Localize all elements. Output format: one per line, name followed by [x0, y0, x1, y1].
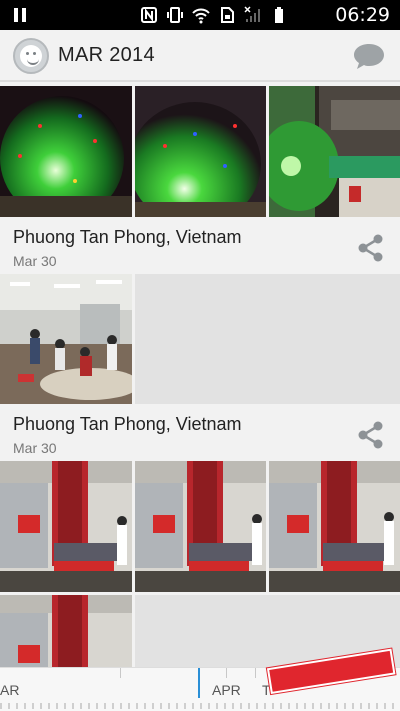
date-label: Mar 30 — [13, 253, 57, 269]
wifi-icon — [192, 8, 210, 24]
smiley-logo-icon[interactable] — [13, 38, 49, 74]
photo-thumbnail[interactable] — [135, 86, 266, 217]
share-icon[interactable] — [356, 420, 386, 450]
page-title[interactable]: MAR 2014 — [58, 44, 155, 67]
screen: { "status_bar": { "time": "06:29", "icon… — [0, 0, 400, 711]
nfc-icon — [141, 7, 157, 23]
app-bar: MAR 2014 — [0, 30, 400, 82]
photo-thumbnail[interactable] — [0, 86, 132, 217]
pause-icon — [14, 8, 26, 22]
scrubber-label-prev[interactable]: AR — [0, 682, 19, 698]
photo-thumbnail[interactable] — [0, 461, 132, 592]
date-label: Mar 30 — [13, 440, 57, 456]
sim-icon — [221, 7, 234, 23]
photo-thumbnail[interactable] — [135, 461, 266, 592]
battery-icon — [275, 7, 283, 23]
location-label[interactable]: Phuong Tan Phong, Vietnam — [13, 227, 242, 248]
status-bar: 06:29 — [0, 0, 400, 30]
share-icon[interactable] — [356, 233, 386, 263]
chat-bubble-icon[interactable] — [352, 42, 386, 70]
photo-thumbnail[interactable] — [269, 86, 400, 217]
vibrate-icon — [167, 7, 183, 23]
photo-thumbnail[interactable] — [0, 274, 132, 404]
empty-grid-space — [135, 274, 400, 404]
photo-thumbnail[interactable] — [0, 595, 132, 667]
signal-icon — [244, 6, 260, 22]
photo-group-header: Phuong Tan Phong, Vietnam Mar 30 — [0, 217, 400, 274]
photo-group-header: Phuong Tan Phong, Vietnam Mar 30 — [0, 404, 400, 460]
scrubber-track — [0, 703, 400, 709]
clock: 06:29 — [335, 4, 390, 26]
location-label[interactable]: Phuong Tan Phong, Vietnam — [13, 414, 242, 435]
scrubber-position-marker[interactable] — [198, 668, 200, 698]
photo-thumbnail[interactable] — [269, 461, 400, 592]
scrubber-label-selected[interactable]: APR — [212, 682, 241, 698]
status-icons — [140, 6, 288, 24]
